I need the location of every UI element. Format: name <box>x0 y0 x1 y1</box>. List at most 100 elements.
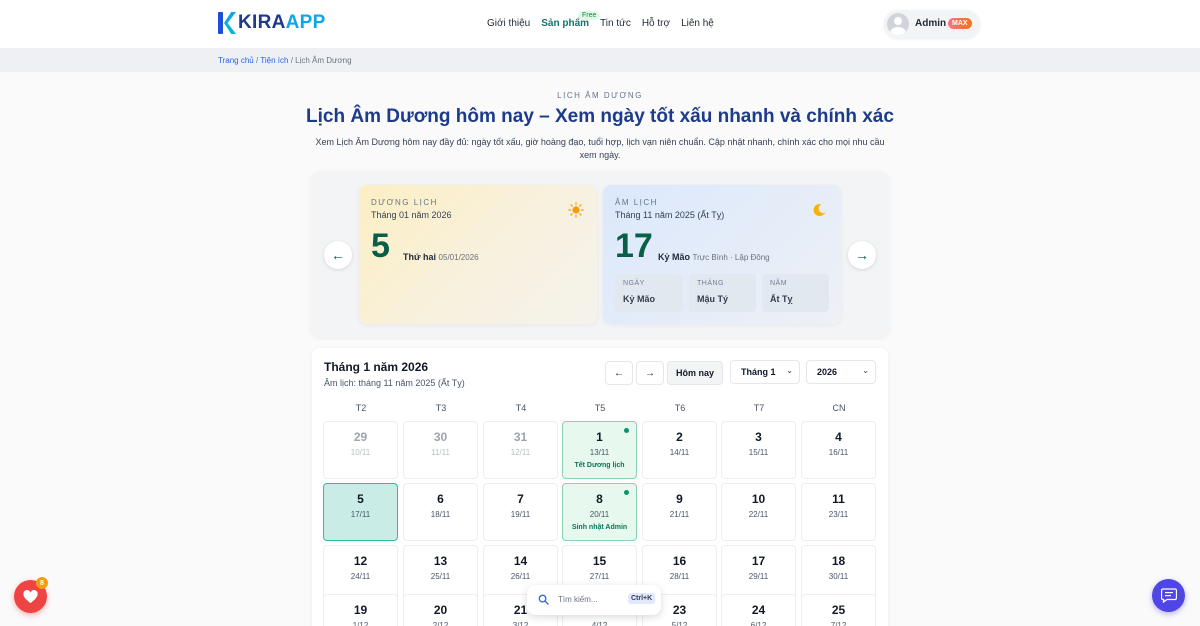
lunar-day-label: 21/11 <box>669 510 690 519</box>
weekday-label: T3 <box>435 403 447 413</box>
month-select-value: Tháng 1 <box>741 367 776 377</box>
site-header: KIRAAPP Giới thiệu Sản phẩm Tin tức Hỗ t… <box>0 0 1200 48</box>
breadcrumb-home[interactable]: Trang chủ <box>218 56 254 65</box>
breadcrumb-section[interactable]: Tiện ích <box>260 56 288 65</box>
calendar-day[interactable]: 10 22/11 <box>721 483 796 541</box>
solar-day-number: 25 <box>831 603 846 617</box>
avatar <box>887 13 909 35</box>
lunar-day-label: 20/11 <box>589 510 610 519</box>
lunar-day-label: 29/11 <box>748 572 769 581</box>
breadcrumb-separator: / <box>255 56 259 65</box>
chat-button[interactable] <box>1152 579 1185 612</box>
search-icon <box>538 594 549 605</box>
solar-day-number: 2 <box>676 430 683 444</box>
lunar-day-label: 12/11 <box>510 448 531 457</box>
main-nav: Giới thiệu Sản phẩm Tin tức Hỗ trợ Liên … <box>487 18 714 29</box>
solar-day-number: 5 <box>357 492 364 506</box>
logo[interactable]: KIRAAPP <box>218 12 326 34</box>
calendar-lunar-subtitle: Âm lịch: tháng 11 năm 2025 (Ất Tỵ) <box>324 378 465 388</box>
can-chi-year-box: NĂM Ất Tỵ <box>762 274 829 312</box>
lunar-day-label: 19/11 <box>510 510 531 519</box>
chevron-down-icon: ⌄ <box>786 366 793 375</box>
calendar-day[interactable]: 30 11/11 <box>403 421 478 479</box>
lunar-day-label: 16/11 <box>828 448 849 457</box>
chevron-down-icon: ⌄ <box>862 366 869 375</box>
sun-icon <box>568 202 584 218</box>
prev-day-button[interactable]: ← <box>324 241 352 269</box>
can-chi-year-label: NĂM <box>770 280 788 287</box>
can-chi-month-value: Mậu Tý <box>697 294 729 304</box>
calendar-day[interactable]: 4 16/11 <box>801 421 876 479</box>
month-select[interactable]: Tháng 1 ⌄ <box>730 360 800 384</box>
solar-eyebrow: DƯƠNG LỊCH <box>371 198 438 207</box>
calendar-day[interactable]: 9 21/11 <box>642 483 717 541</box>
calendar-day[interactable]: 24 6/12 <box>721 594 796 626</box>
next-day-button[interactable]: → <box>848 241 876 269</box>
lunar-day-label: 25/11 <box>430 572 451 581</box>
calendar-day[interactable]: 19 1/12 <box>323 594 398 626</box>
user-menu[interactable]: Admin MAX <box>884 10 980 38</box>
weekday-label: CN <box>832 403 846 413</box>
lunar-day-label: 4/12 <box>591 621 608 626</box>
year-select-value: 2026 <box>817 367 838 377</box>
calendar-day[interactable]: 25 7/12 <box>801 594 876 626</box>
solar-day-number: 5 <box>371 227 390 265</box>
free-badge: Free <box>578 11 601 20</box>
page-title: Lịch Âm Dương hôm nay – Xem ngày tốt xấu… <box>306 106 894 127</box>
lunar-day-label: 18/11 <box>430 510 451 519</box>
breadcrumb: Trang chủ / Tiện ích / Lịch Âm Dương <box>218 56 352 65</box>
lunar-can-chi: Kỷ Mão <box>658 252 691 262</box>
event-label: Sinh nhật Admin <box>571 524 628 531</box>
can-chi-month-label: THÁNG <box>697 280 724 287</box>
solar-month: Tháng 01 năm 2026 <box>371 210 452 220</box>
next-month-button[interactable]: → <box>636 361 664 385</box>
calendar-day[interactable]: 29 10/11 <box>323 421 398 479</box>
page-subtitle: Xem Lịch Âm Dương hôm nay đầy đủ: ngày t… <box>315 137 885 160</box>
calendar-day[interactable]: 7 19/11 <box>483 483 558 541</box>
calendar-day[interactable]: 3 15/11 <box>721 421 796 479</box>
floating-search[interactable]: Tìm kiếm... Ctrl+K <box>527 585 661 615</box>
search-shortcut: Ctrl+K <box>628 593 656 604</box>
nav-item-about[interactable]: Giới thiệu <box>487 18 530 29</box>
event-label: Tết Dương lịch <box>574 462 625 469</box>
solar-day-number: 7 <box>517 492 524 506</box>
lunar-day-label: 6/12 <box>750 621 767 626</box>
solar-day-number: 16 <box>672 554 687 568</box>
prev-month-button[interactable]: ← <box>605 361 633 385</box>
moon-icon <box>813 204 826 217</box>
solar-date-card: DƯƠNG LỊCH Tháng 01 năm 2026 5 Thứ hai 0… <box>359 185 597 324</box>
calendar-day[interactable]: 20 2/12 <box>403 594 478 626</box>
calendar-day[interactable]: 1 13/11 Tết Dương lịch <box>562 421 637 479</box>
calendar-day-today[interactable]: 5 17/11 <box>323 483 398 541</box>
lunar-eyebrow: ÂM LỊCH <box>615 198 658 207</box>
solar-day-number: 30 <box>433 430 448 444</box>
solar-day-number: 19 <box>353 603 368 617</box>
breadcrumb-separator: / <box>290 56 293 65</box>
calendar-day[interactable]: 31 12/11 <box>483 421 558 479</box>
plan-badge: MAX <box>948 18 972 29</box>
solar-date: 05/01/2026 <box>438 253 479 262</box>
calendar-day[interactable]: 2 14/11 <box>642 421 717 479</box>
calendar-day[interactable]: 11 23/11 <box>801 483 876 541</box>
lunar-day-label: 15/11 <box>748 448 769 457</box>
event-dot-icon <box>624 428 629 433</box>
nav-item-news[interactable]: Tin tức <box>600 18 631 29</box>
solar-day-number: 17 <box>751 554 766 568</box>
calendar-day[interactable]: 8 20/11 Sinh nhật Admin <box>562 483 637 541</box>
lunar-day-label: 3/12 <box>512 621 529 626</box>
calendar-day[interactable]: 6 18/11 <box>403 483 478 541</box>
lunar-day-label: 11/11 <box>431 448 450 457</box>
solar-day-number: 12 <box>353 554 368 568</box>
lunar-day-label: 24/11 <box>350 572 371 581</box>
solar-day-number: 4 <box>835 430 842 444</box>
weekday-label: T2 <box>355 403 367 413</box>
today-button[interactable]: Hôm nay <box>667 361 723 385</box>
nav-item-contact[interactable]: Liên hệ <box>681 18 714 29</box>
nav-item-support[interactable]: Hỗ trợ <box>642 18 670 29</box>
solar-day-number: 11 <box>832 492 845 506</box>
year-select[interactable]: 2026 ⌄ <box>806 360 876 384</box>
solar-day-info: Thứ hai 05/01/2026 <box>403 252 479 262</box>
lunar-extra: Trực Bình · Lập Đông <box>692 253 770 262</box>
weekday-label: T7 <box>753 403 765 413</box>
lunar-day-label: 28/11 <box>669 572 690 581</box>
